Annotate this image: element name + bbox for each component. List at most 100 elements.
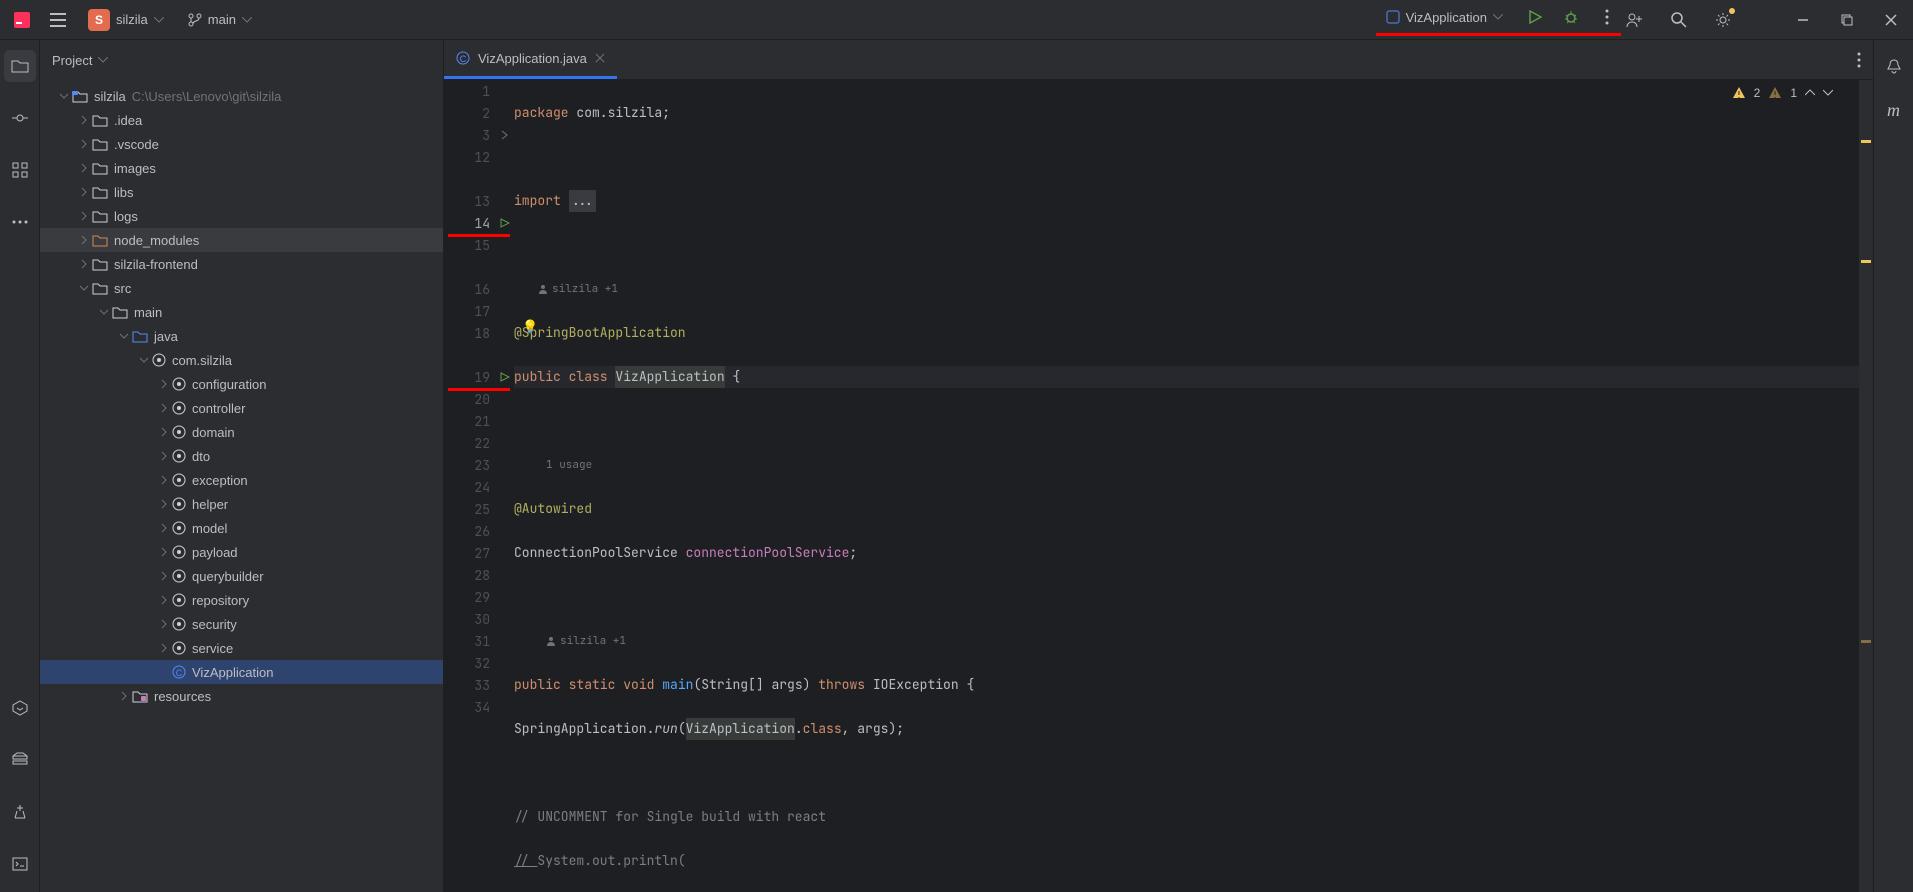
tree-arrow-icon[interactable]	[116, 331, 132, 341]
maven-tool-icon[interactable]: m	[1878, 94, 1910, 126]
tree-row[interactable]: .vscode	[40, 132, 443, 156]
run-button[interactable]	[1521, 3, 1549, 31]
structure-tool-icon[interactable]	[4, 154, 36, 186]
tree-arrow-icon[interactable]	[156, 451, 172, 461]
notifications-icon[interactable]	[1878, 50, 1910, 82]
weak-warning-icon	[1768, 86, 1782, 100]
tree-row[interactable]: controller	[40, 396, 443, 420]
inlay-author[interactable]: silzila +1	[514, 278, 1859, 300]
debug-button[interactable]	[1557, 3, 1585, 31]
terminal-tool-icon[interactable]	[4, 848, 36, 880]
tree-row[interactable]: helper	[40, 492, 443, 516]
tree-arrow-icon[interactable]	[156, 403, 172, 413]
tree-arrow-icon[interactable]	[116, 691, 132, 701]
tree-row[interactable]: libs	[40, 180, 443, 204]
stripe-weak-warning[interactable]	[1861, 640, 1871, 643]
project-tool-icon[interactable]	[4, 50, 36, 82]
line-gutter[interactable]: 1 2 3 12 13 14 15 16 17 18 19 20 21 22 2…	[444, 80, 514, 892]
main-menu-icon[interactable]	[44, 6, 72, 34]
tree-arrow-icon[interactable]	[156, 379, 172, 389]
tree-row[interactable]: src	[40, 276, 443, 300]
tab-close-icon[interactable]	[595, 53, 605, 63]
tree-arrow-icon[interactable]	[156, 499, 172, 509]
settings-icon[interactable]	[1709, 6, 1737, 34]
tree-arrow-icon[interactable]	[76, 211, 92, 221]
minimize-icon[interactable]	[1789, 6, 1817, 34]
error-stripe[interactable]	[1859, 80, 1873, 892]
tree-row[interactable]: .idea	[40, 108, 443, 132]
tree-arrow-icon[interactable]	[76, 187, 92, 197]
tree-arrow-icon[interactable]	[156, 619, 172, 629]
tab-more-icon[interactable]	[1857, 40, 1861, 79]
database-tool-icon[interactable]	[4, 744, 36, 776]
run-config-dropdown[interactable]: VizApplication	[1376, 6, 1513, 29]
inlay-author[interactable]: silzila +1	[514, 630, 1859, 652]
project-panel-header[interactable]: Project	[40, 40, 443, 80]
tree-arrow-icon[interactable]	[76, 235, 92, 245]
editor-body[interactable]: 2 1 1 2 3 12 13 14 15 16 17 18	[444, 80, 1873, 892]
branch-dropdown[interactable]: main	[180, 8, 260, 31]
tree-row[interactable]: node_modules	[40, 228, 443, 252]
project-tree[interactable]: silzila C:\Users\Lenovo\git\silzila .ide…	[40, 80, 443, 892]
more-run-actions[interactable]	[1593, 3, 1621, 31]
tree-row[interactable]: images	[40, 156, 443, 180]
tree-item-label: domain	[192, 425, 235, 440]
tree-arrow-icon[interactable]	[156, 643, 172, 653]
stripe-warning[interactable]	[1861, 140, 1871, 143]
tree-row[interactable]: dto	[40, 444, 443, 468]
commit-tool-icon[interactable]	[4, 102, 36, 134]
stripe-warning[interactable]	[1861, 260, 1871, 263]
project-dropdown[interactable]: S silzila	[80, 5, 172, 35]
line-number: 33	[474, 677, 490, 694]
search-icon[interactable]	[1665, 6, 1693, 34]
tree-arrow-icon[interactable]	[156, 427, 172, 437]
tree-row[interactable]: exception	[40, 468, 443, 492]
code-with-me-icon[interactable]	[1621, 6, 1649, 34]
tree-arrow-icon[interactable]	[156, 475, 172, 485]
tree-arrow-icon[interactable]	[156, 595, 172, 605]
more-tools-icon[interactable]	[4, 206, 36, 238]
tree-row[interactable]: com.silzila	[40, 348, 443, 372]
services-tool-icon[interactable]	[4, 692, 36, 724]
tree-row[interactable]: domain	[40, 420, 443, 444]
editor-tab[interactable]: C VizApplication.java	[444, 40, 617, 79]
chevron-up-icon[interactable]	[1805, 89, 1815, 97]
tree-row[interactable]: configuration	[40, 372, 443, 396]
code-content[interactable]: package com.silzila; import ... silzila …	[514, 80, 1859, 892]
tree-arrow-icon[interactable]	[96, 307, 112, 317]
maximize-icon[interactable]	[1833, 6, 1861, 34]
tree-row[interactable]: java	[40, 324, 443, 348]
tree-row[interactable]: resources	[40, 684, 443, 708]
run-gutter-icon[interactable]	[500, 218, 510, 228]
tree-root[interactable]: silzila C:\Users\Lenovo\git\silzila	[40, 84, 443, 108]
close-icon[interactable]	[1877, 6, 1905, 34]
tree-arrow-icon[interactable]	[76, 283, 92, 293]
inspection-widget[interactable]: 2 1	[1732, 86, 1833, 100]
tree-arrow-icon[interactable]	[76, 163, 92, 173]
inlay-usage[interactable]: 1 usage	[514, 454, 1859, 476]
lightbulb-icon[interactable]: 💡	[522, 316, 538, 338]
app-logo[interactable]	[8, 6, 36, 34]
tree-arrow-icon[interactable]	[76, 139, 92, 149]
tree-row[interactable]: service	[40, 636, 443, 660]
tree-row[interactable]: model	[40, 516, 443, 540]
tree-arrow-icon[interactable]	[136, 355, 152, 365]
tree-item-label: service	[192, 641, 233, 656]
chevron-down-icon[interactable]	[1823, 89, 1833, 97]
tree-row[interactable]: silzila-frontend	[40, 252, 443, 276]
tree-row[interactable]: payload	[40, 540, 443, 564]
tree-row[interactable]: repository	[40, 588, 443, 612]
tree-row[interactable]: CVizApplication	[40, 660, 443, 684]
tree-row[interactable]: querybuilder	[40, 564, 443, 588]
tree-arrow-icon[interactable]	[156, 547, 172, 557]
fold-icon[interactable]	[500, 130, 510, 140]
tree-arrow-icon[interactable]	[156, 571, 172, 581]
tree-row[interactable]: security	[40, 612, 443, 636]
tree-arrow-icon[interactable]	[76, 259, 92, 269]
tree-arrow-icon[interactable]	[156, 523, 172, 533]
build-tool-icon[interactable]	[4, 796, 36, 828]
tree-row[interactable]: logs	[40, 204, 443, 228]
run-gutter-icon[interactable]	[500, 372, 510, 382]
tree-arrow-icon[interactable]	[76, 115, 92, 125]
tree-row[interactable]: main	[40, 300, 443, 324]
